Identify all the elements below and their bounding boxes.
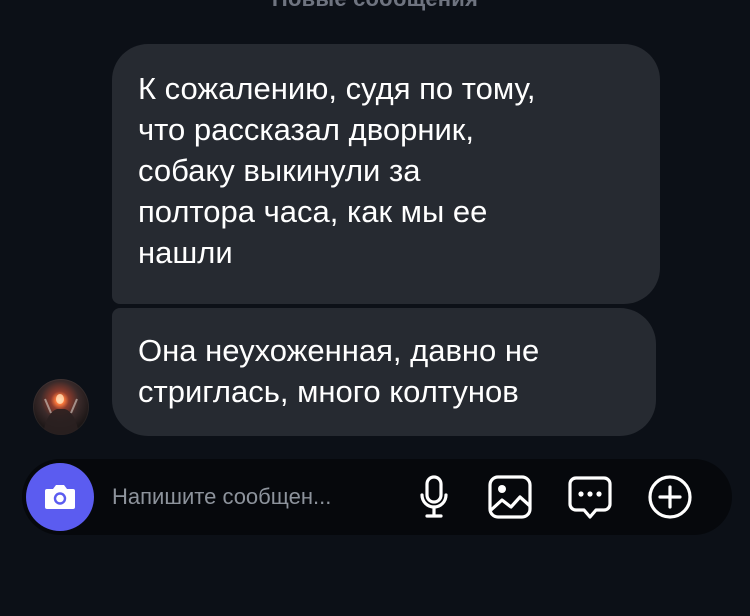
sticker-icon	[568, 476, 612, 519]
new-messages-divider: Новые сообщения	[0, 0, 750, 12]
gallery-icon	[488, 475, 532, 519]
camera-icon	[45, 485, 75, 509]
message-bubble[interactable]: К сожалению, судя по тому, что рассказал…	[112, 44, 660, 304]
sender-avatar[interactable]	[33, 379, 89, 435]
avatar-photo	[43, 394, 79, 435]
chat-screen: Новые сообщения К сожалению, судя по том…	[0, 0, 750, 616]
more-button[interactable]	[646, 473, 694, 521]
microphone-button[interactable]	[410, 473, 458, 521]
sticker-button[interactable]	[566, 473, 614, 521]
microphone-icon	[420, 475, 448, 518]
message-bubble[interactable]: Она неухоженная, давно не стриглась, мно…	[112, 308, 656, 436]
plus-icon	[648, 475, 692, 519]
camera-button[interactable]	[26, 463, 94, 531]
message-composer	[22, 459, 732, 535]
message-input[interactable]	[112, 459, 402, 535]
gallery-button[interactable]	[486, 473, 534, 521]
